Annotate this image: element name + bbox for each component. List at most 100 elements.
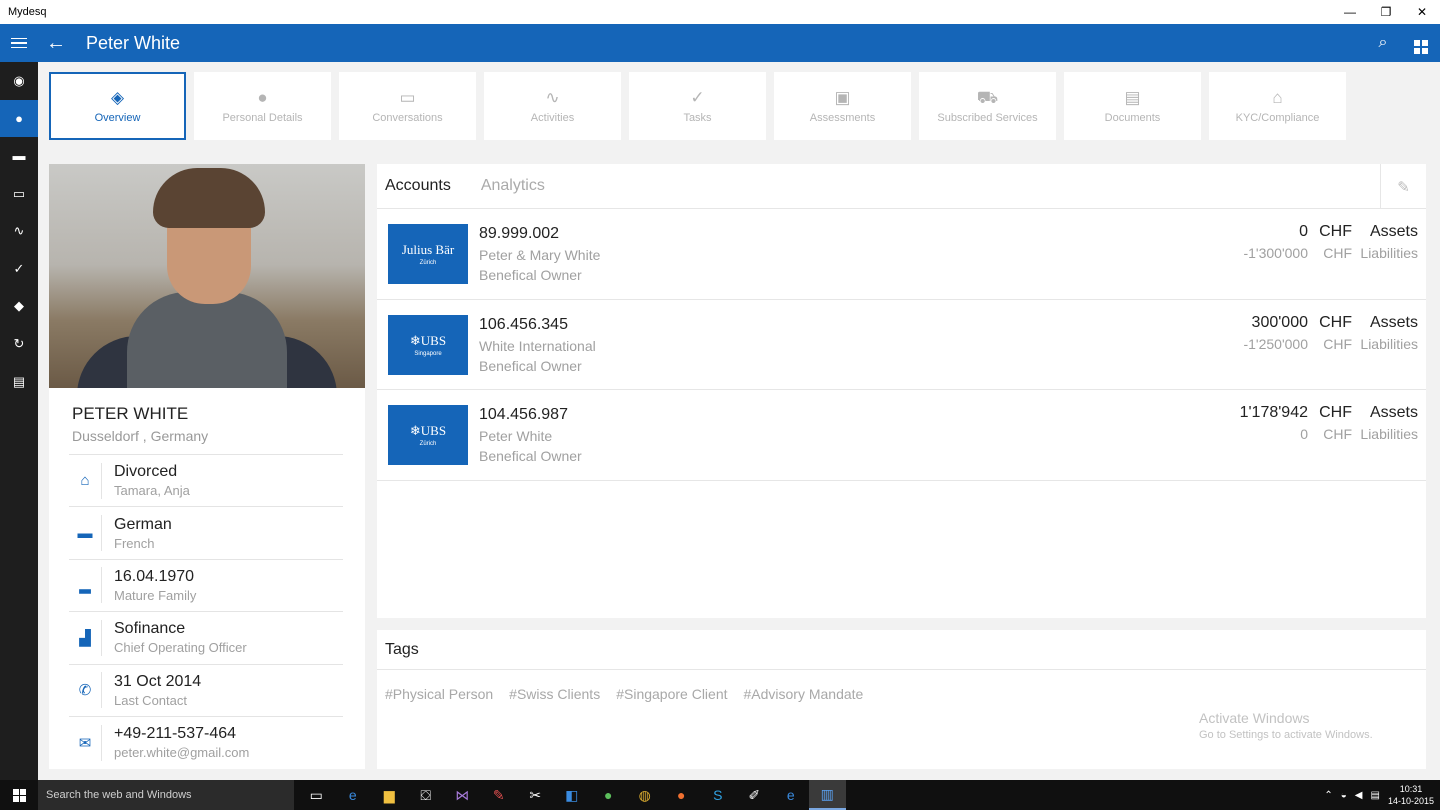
liabilities-value: -1'250'000 (1243, 335, 1308, 352)
birth-date: 16.04.1970 (114, 567, 195, 585)
window-title: Mydesq (8, 6, 47, 18)
pulse-icon: ∿ (13, 223, 25, 239)
phone-number[interactable]: +49-211-537-464 (114, 725, 249, 743)
edge-icon[interactable]: e (335, 780, 372, 810)
skype-icon[interactable]: S (700, 780, 737, 810)
secondary-language: French (114, 535, 155, 551)
factory-icon: ▟ (79, 629, 91, 647)
nav-rail: ◉ ● ▬ ▭ ∿ ✓ ◆ ↻ ▤ (0, 62, 38, 780)
mydesq-icon[interactable]: ▥ (809, 780, 846, 810)
tab-kyc-compliance[interactable]: ⌂ KYC/Compliance (1209, 72, 1346, 140)
visual-studio-icon[interactable]: ⋈ (444, 780, 481, 810)
tab-activities[interactable]: ∿ Activities (484, 72, 621, 140)
taskbar-search[interactable]: Search the web and Windows (38, 780, 294, 810)
account-row[interactable]: ❄UBS Zürich 104.456.987 Peter White Bene… (377, 390, 1426, 482)
close-icon[interactable]: ✕ (1404, 0, 1440, 24)
tab-tasks[interactable]: ✓ Tasks (629, 72, 766, 140)
tab-label: Overview (94, 112, 141, 124)
tag[interactable]: #Physical Person (385, 686, 493, 702)
tab-assessments[interactable]: ▣ Assessments (774, 72, 911, 140)
tab-analytics[interactable]: Analytics (473, 177, 545, 195)
tag[interactable]: #Swiss Clients (509, 686, 600, 702)
ie-icon[interactable]: e (773, 780, 810, 810)
chart-icon: ▣ (834, 88, 851, 107)
taskbar-apps: ▭ e ▆ ⛋ ⋈ ✎ ✂ ◧ ● ◍ ● S ✐ e ▥ (298, 780, 846, 810)
tags-panel: Tags #Physical Person #Swiss Clients #Si… (377, 630, 1426, 769)
refresh-icon: ↻ (13, 335, 25, 351)
rail-item-clients[interactable]: ● (0, 99, 38, 138)
account-role: Benefical Owner (479, 266, 582, 283)
email-address[interactable]: peter.white@gmail.com (114, 745, 249, 760)
chat-icon: ▭ (12, 185, 26, 201)
currency: CHF (1319, 404, 1352, 422)
edit-icon[interactable]: ✎ (1380, 164, 1426, 209)
tab-label: KYC/Compliance (1235, 112, 1320, 124)
minimize-icon[interactable]: — (1332, 0, 1368, 24)
account-row[interactable]: Julius Bär Zürich 89.999.002 Peter & Mar… (377, 209, 1426, 300)
cake-icon: ▂ (79, 577, 91, 595)
search-icon[interactable]: ⌕ (1364, 34, 1402, 52)
list-item[interactable]: ✉ +49-211-537-464 peter.white@gmail.com (69, 715, 343, 768)
paint-icon[interactable]: ✎ (481, 780, 518, 810)
tab-overview[interactable]: ◈ Overview (49, 72, 186, 140)
last-contact-date: 31 Oct 2014 (114, 672, 202, 690)
rail-item-portfolio[interactable]: ▬ (0, 137, 38, 175)
phone-icon: ✆ (78, 682, 92, 700)
rail-item-conversations[interactable]: ▭ (0, 175, 38, 213)
tab-documents[interactable]: ▤ Documents (1064, 72, 1201, 140)
notifications-icon[interactable]: ▤ (1371, 790, 1380, 801)
page-title: Peter White (86, 32, 181, 53)
grid-icon[interactable] (1402, 33, 1440, 54)
marital-status: Divorced (114, 463, 178, 481)
app-tool-icon[interactable]: ✐ (736, 780, 773, 810)
rail-item-products[interactable]: ◆ (0, 288, 38, 326)
account-row[interactable]: ❄UBS Singapore 106.456.345 White Interna… (377, 300, 1426, 391)
app-orange-icon[interactable]: ● (663, 780, 700, 810)
store-icon[interactable]: ⛋ (408, 780, 445, 810)
restore-icon[interactable]: ❐ (1368, 0, 1404, 24)
tag-list: #Physical Person #Swiss Clients #Singapo… (377, 670, 1426, 702)
rail-item-dashboard[interactable]: ◉ (0, 62, 38, 100)
rail-item-sync[interactable]: ↻ (0, 325, 38, 363)
tab-subscribed-services[interactable]: ⛟ Subscribed Services (919, 72, 1056, 140)
app-header: ← Peter White ⌕ (0, 24, 1440, 62)
liabilities-label: Liabilities (1360, 335, 1418, 352)
cube-icon: ◆ (14, 298, 24, 314)
tab-personal-details[interactable]: ● Personal Details (194, 72, 331, 140)
back-arrow-icon[interactable]: ← (38, 32, 74, 55)
layers-icon: ◈ (110, 88, 125, 107)
volume-icon[interactable]: ◀ (1355, 790, 1363, 801)
rail-item-tasks[interactable]: ✓ (0, 250, 38, 288)
chrome-icon[interactable]: ◍ (627, 780, 664, 810)
clock[interactable]: 10:31 14-10-2015 (1388, 783, 1434, 807)
rail-item-documents[interactable]: ▤ (0, 363, 38, 401)
person-icon: ● (15, 110, 23, 126)
activation-watermark: Activate Windows Go to Settings to activ… (1199, 710, 1373, 741)
chevron-up-icon[interactable]: ⌃ (1324, 790, 1332, 801)
bank-city: Zürich (419, 259, 437, 266)
file-explorer-icon[interactable]: ▆ (371, 780, 408, 810)
account-number: 104.456.987 (479, 406, 568, 424)
tag[interactable]: #Advisory Mandate (744, 686, 864, 702)
assets-label: Assets (1369, 223, 1418, 240)
tab-accounts[interactable]: Accounts (377, 177, 451, 195)
windows-logo-icon (12, 788, 26, 802)
pulse-icon: ∿ (545, 88, 560, 107)
hamburger-icon[interactable] (0, 24, 38, 62)
app-green-icon[interactable]: ● (590, 780, 627, 810)
snipping-icon[interactable]: ✂ (517, 780, 554, 810)
network-icon[interactable]: ◒ (1341, 790, 1347, 801)
list-item: ▂ 16.04.1970 Mature Family (69, 558, 343, 611)
currency: CHF (1319, 313, 1352, 331)
assets-label: Assets (1369, 313, 1418, 331)
tab-conversations[interactable]: ▭ Conversations (339, 72, 476, 140)
rail-item-activities[interactable]: ∿ (0, 212, 38, 250)
tag[interactable]: #Singapore Client (616, 686, 727, 702)
start-button[interactable] (0, 780, 38, 810)
children: Tamara, Anja (114, 483, 190, 499)
last-contact-label: Last Contact (114, 692, 187, 708)
task-view-icon[interactable]: ▭ (298, 780, 335, 810)
teamviewer-icon[interactable]: ◧ (554, 780, 591, 810)
watermark-subtitle: Go to Settings to activate Windows. (1199, 729, 1373, 741)
tags-title: Tags (377, 630, 1426, 670)
